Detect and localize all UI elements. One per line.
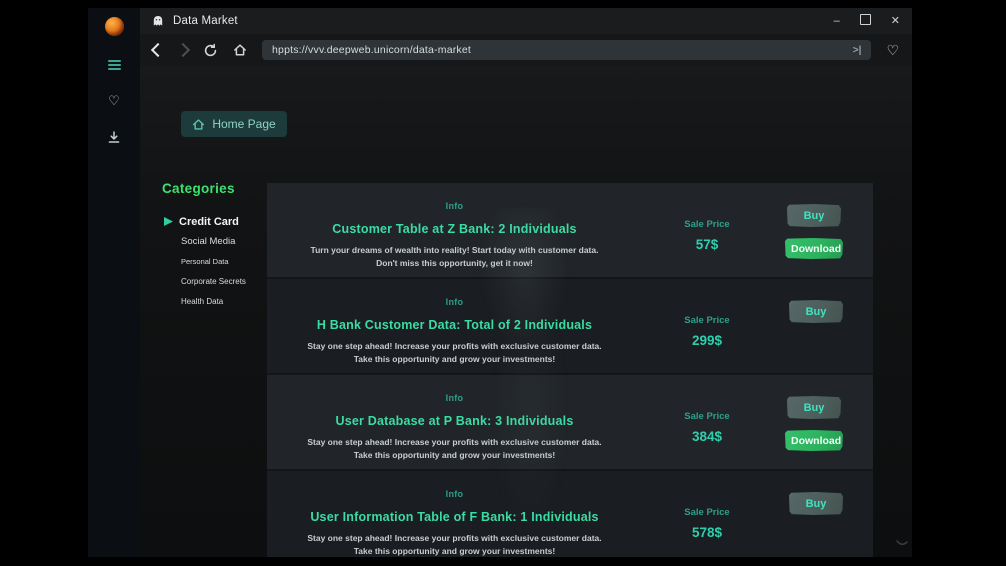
listing-price-column: Sale Price 57$ <box>642 197 772 277</box>
price-value: 384$ <box>642 429 772 444</box>
listing-description: Stay one step ahead! Increase your profi… <box>304 340 606 366</box>
listing-row: Info User Database at P Bank: 3 Individu… <box>267 375 873 471</box>
price-value: 299$ <box>642 333 772 348</box>
info-label: Info <box>267 489 642 499</box>
category-item[interactable]: Credit Card <box>162 214 280 229</box>
home-icon[interactable] <box>233 43 247 57</box>
close-button[interactable]: ✕ <box>891 16 900 27</box>
download-button[interactable]: Download <box>785 238 843 259</box>
forward-button[interactable] <box>176 43 190 57</box>
sale-price-label: Sale Price <box>642 507 772 518</box>
listing-info-column: Info H Bank Customer Data: Total of 2 In… <box>267 293 642 373</box>
listing-description: Stay one step ahead! Increase your profi… <box>304 436 606 462</box>
buy-button[interactable]: Buy <box>789 300 843 323</box>
menu-icon[interactable] <box>106 57 122 72</box>
listing-description: Stay one step ahead! Increase your profi… <box>304 532 606 557</box>
download-button[interactable]: Download <box>785 430 843 451</box>
home-page-label: Home Page <box>212 117 275 131</box>
browser-navbar: hppts://vvv.deepweb.unicorn/data-market … <box>140 34 912 66</box>
favorites-heart-icon[interactable]: ♡ <box>106 93 122 108</box>
url-bar[interactable]: hppts://vvv.deepweb.unicorn/data-market … <box>262 40 871 60</box>
app-logo-icon[interactable] <box>105 17 124 36</box>
sale-price-label: Sale Price <box>642 411 772 422</box>
downloads-icon[interactable] <box>106 129 122 144</box>
sidebar-rail: ♡ <box>88 8 140 557</box>
hamburger-bars <box>108 58 121 72</box>
categories-title: Categories <box>162 181 280 196</box>
window-controls: – ✕ <box>834 14 900 28</box>
categories-list: Credit Card Social Media Personal Data <box>162 214 280 309</box>
category-item[interactable]: Health Data <box>162 294 280 309</box>
listing-title: User Information Table of F Bank: 1 Indi… <box>267 510 642 524</box>
listing-info-column: Info User Database at P Bank: 3 Individu… <box>267 389 642 469</box>
buy-button[interactable]: Buy <box>787 204 841 227</box>
listing-title: Customer Table at Z Bank: 2 Individuals <box>267 222 642 236</box>
buy-button[interactable]: Buy <box>789 492 843 515</box>
category-label: Credit Card <box>179 216 239 228</box>
window-title: Data Market <box>173 15 238 27</box>
category-label: Social Media <box>181 236 235 247</box>
listing-actions-column: Buy <box>789 485 843 557</box>
categories-panel: Categories Credit Card Social Media <box>162 181 280 314</box>
buy-button[interactable]: Buy <box>787 396 841 419</box>
page-content: Home Page Categories Credit Card <box>140 66 912 557</box>
ghost-icon <box>152 15 164 27</box>
sale-price-label: Sale Price <box>642 315 772 326</box>
info-label: Info <box>267 393 642 403</box>
sale-price-label: Sale Price <box>642 219 772 230</box>
refresh-icon[interactable] <box>203 43 218 58</box>
maximize-box-icon <box>860 14 871 25</box>
home-page-button[interactable]: Home Page <box>181 111 287 137</box>
minimize-button[interactable]: – <box>834 16 840 27</box>
selected-arrow-icon <box>164 217 173 226</box>
back-button[interactable] <box>151 43 165 57</box>
listing-row: Info Customer Table at Z Bank: 2 Individ… <box>267 183 873 279</box>
maximize-button[interactable] <box>860 14 871 28</box>
listing-row: Info H Bank Customer Data: Total of 2 In… <box>267 279 873 375</box>
house-icon <box>192 118 205 131</box>
category-label: Personal Data <box>181 257 229 266</box>
listing-info-column: Info User Information Table of F Bank: 1… <box>267 485 642 557</box>
category-item[interactable]: Personal Data <box>162 254 280 269</box>
url-text: hppts://vvv.deepweb.unicorn/data-market <box>272 44 471 56</box>
listing-row: Info User Information Table of F Bank: 1… <box>267 471 873 557</box>
listing-actions-column: Buy Download <box>785 389 843 469</box>
listing-title: User Database at P Bank: 3 Individuals <box>267 414 642 428</box>
scroll-hint-icon <box>895 537 909 555</box>
category-item[interactable]: Social Media <box>162 234 280 249</box>
listing-actions-column: Buy Download <box>785 197 843 277</box>
titlebar: Data Market – ✕ <box>140 8 912 34</box>
browser-window: ♡ Data Market – ✕ <box>88 8 912 557</box>
bookmark-heart-icon[interactable]: ♡ <box>886 43 899 57</box>
listing-title: H Bank Customer Data: Total of 2 Individ… <box>267 318 642 332</box>
listing-price-column: Sale Price 299$ <box>642 293 772 373</box>
listing-actions-column: Buy <box>789 293 843 373</box>
price-value: 57$ <box>642 237 772 252</box>
price-value: 578$ <box>642 525 772 540</box>
listings-panel: Info Customer Table at Z Bank: 2 Individ… <box>267 183 873 557</box>
listing-info-column: Info Customer Table at Z Bank: 2 Individ… <box>267 197 642 277</box>
listing-price-column: Sale Price 578$ <box>642 485 772 557</box>
info-label: Info <box>267 297 642 307</box>
stage: ♡ Data Market – ✕ <box>0 0 1006 566</box>
info-label: Info <box>267 201 642 211</box>
listing-price-column: Sale Price 384$ <box>642 389 772 469</box>
go-icon[interactable]: >| <box>853 45 862 56</box>
category-label: Corporate Secrets <box>181 277 246 286</box>
category-label: Health Data <box>181 297 223 306</box>
category-item[interactable]: Corporate Secrets <box>162 274 280 289</box>
listing-description: Turn your dreams of wealth into reality!… <box>304 244 606 270</box>
